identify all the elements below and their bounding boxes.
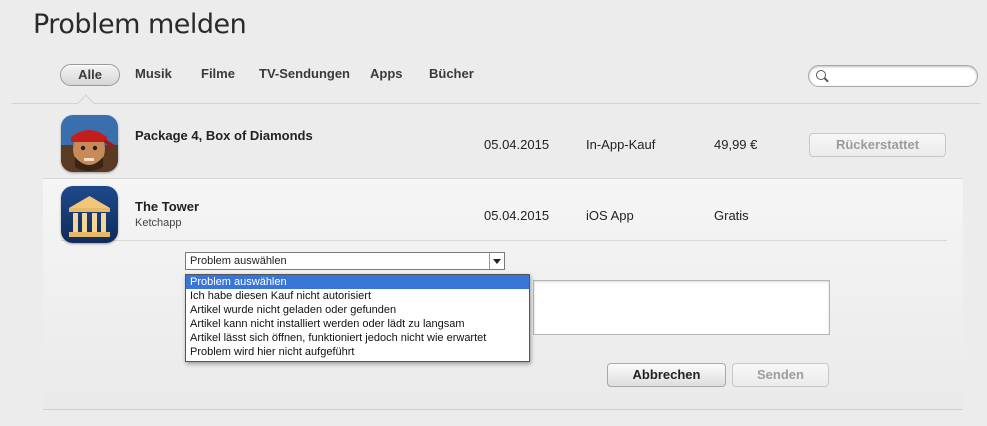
tab-tv-sendungen[interactable]: TV-Sendungen	[259, 64, 350, 84]
list-item[interactable]: Ich habe diesen Kauf nicht autorisiert	[186, 289, 529, 303]
page-title: Problem melden	[33, 9, 247, 40]
list-item[interactable]: Problem wird hier nicht aufgeführt	[186, 345, 529, 359]
list-item[interactable]: Artikel wurde nicht geladen oder gefunde…	[186, 303, 529, 317]
problem-options-list: Problem auswählen Ich habe diesen Kauf n…	[185, 274, 530, 362]
game-warrior-icon	[61, 115, 118, 172]
select-value: Problem auswählen	[190, 255, 287, 267]
problem-description-textarea[interactable]	[533, 280, 830, 335]
tower-temple-icon	[61, 186, 118, 243]
purchase-type: In-App-Kauf	[586, 137, 656, 152]
header-divider	[12, 103, 980, 104]
search-field[interactable]	[808, 65, 978, 87]
tab-apps[interactable]: Apps	[370, 64, 403, 84]
purchase-type: iOS App	[586, 208, 634, 223]
item-title: Package 4, Box of Diamonds	[135, 128, 313, 143]
list-item[interactable]: Artikel lässt sich öffnen, funktioniert …	[186, 331, 529, 345]
search-icon	[816, 70, 826, 80]
list-item[interactable]: Artikel kann nicht installiert werden od…	[186, 317, 529, 331]
search-input[interactable]	[831, 68, 975, 85]
inner-divider	[61, 240, 947, 241]
list-item[interactable]: Problem auswählen	[186, 275, 529, 289]
purchase-price: 49,99 €	[714, 137, 758, 152]
tab-musik[interactable]: Musik	[135, 64, 172, 84]
tab-buecher[interactable]: Bücher	[429, 64, 474, 84]
purchase-date: 05.04.2015	[484, 208, 550, 223]
tab-filme[interactable]: Filme	[201, 64, 235, 84]
purchase-date: 05.04.2015	[484, 137, 550, 152]
item-developer: Ketchapp	[135, 217, 182, 229]
item-title: The Tower	[135, 199, 200, 214]
purchase-price: Gratis	[714, 208, 749, 223]
problem-select[interactable]: Problem auswählen	[185, 252, 505, 270]
send-button: Senden	[732, 363, 829, 387]
chevron-down-icon	[489, 253, 504, 269]
refunded-button: Rückerstattet	[809, 133, 946, 157]
cancel-button[interactable]: Abbrechen	[607, 363, 726, 387]
active-tab-pointer	[77, 94, 95, 112]
tab-alle[interactable]: Alle	[60, 64, 120, 86]
